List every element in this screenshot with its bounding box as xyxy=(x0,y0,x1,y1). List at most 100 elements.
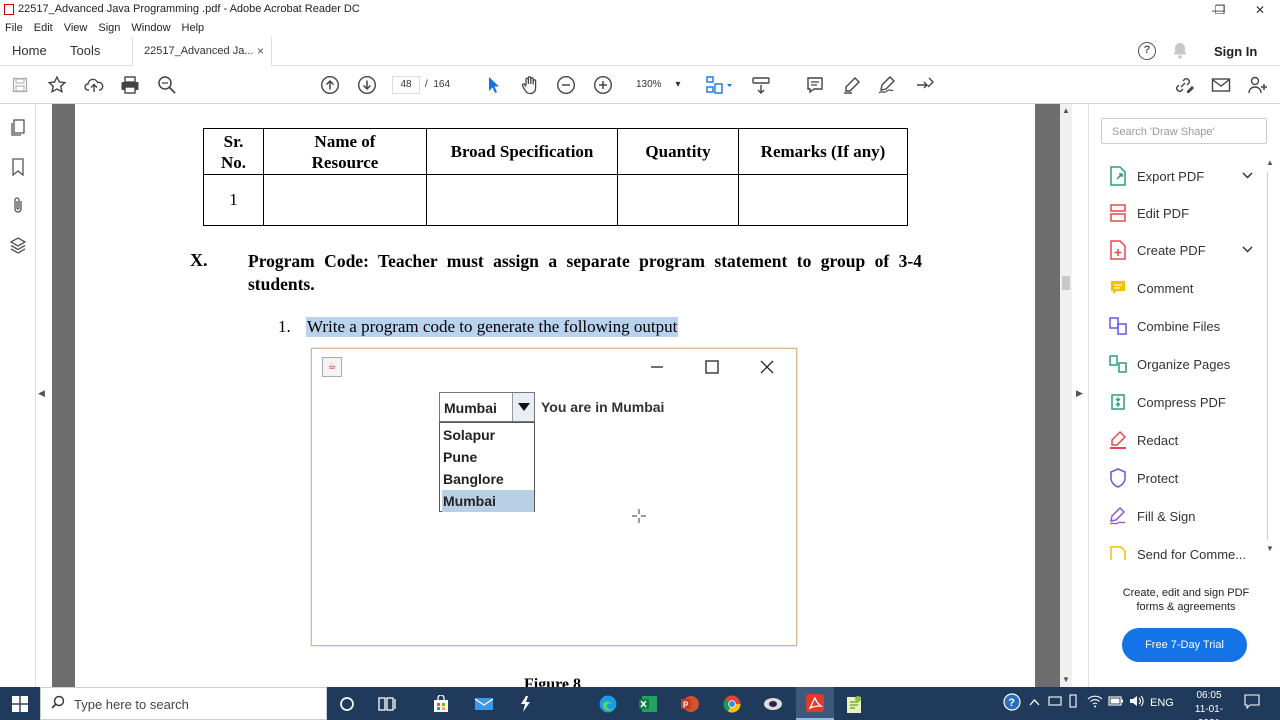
mouse-cursor-icon xyxy=(631,508,647,527)
task-view-icon[interactable] xyxy=(371,690,403,718)
tools-scrollbar-thumb[interactable] xyxy=(1267,172,1278,540)
tool-comment[interactable]: Comment xyxy=(1108,275,1193,301)
table-header-cell: Remarks (If any) xyxy=(760,141,886,161)
highlight-pen-icon[interactable] xyxy=(840,73,864,97)
taskbar-clock[interactable]: 06:05 11-01-2021 xyxy=(1186,689,1232,720)
mail-icon[interactable] xyxy=(468,690,500,718)
section-heading: Program Code: Teacher must assign a sepa… xyxy=(248,251,922,294)
comment-icon[interactable] xyxy=(803,73,827,97)
scroll-up-arrow-icon[interactable]: ▲ xyxy=(1062,106,1070,115)
page-display-icon[interactable] xyxy=(703,73,735,97)
maximize-button[interactable]: ❐ xyxy=(1200,0,1240,20)
attachments-paperclip-icon[interactable] xyxy=(8,195,28,215)
table-header-cell: Broad Specification xyxy=(450,141,594,161)
scroll-mode-icon[interactable] xyxy=(749,73,773,97)
tool-send-for-comments[interactable]: Send for Comme... xyxy=(1108,541,1246,560)
edge-browser-icon[interactable] xyxy=(592,690,624,718)
link-edit-icon[interactable] xyxy=(1172,73,1196,97)
close-window-button[interactable]: ✕ xyxy=(1240,0,1280,20)
powerpoint-icon[interactable]: P xyxy=(674,690,706,718)
tool-export-pdf[interactable]: Export PDF xyxy=(1108,163,1253,189)
tools-scroll-down-icon[interactable]: ▼ xyxy=(1266,544,1274,553)
bookmarks-icon[interactable] xyxy=(8,157,28,177)
tool-protect[interactable]: Protect xyxy=(1108,465,1178,491)
bookmark-star-icon[interactable] xyxy=(45,73,69,97)
tool-fill-sign[interactable]: Fill & Sign xyxy=(1108,503,1196,529)
upload-cloud-icon[interactable] xyxy=(82,73,106,97)
share-pen-icon[interactable] xyxy=(913,73,937,97)
tool-compress-pdf[interactable]: Compress PDF xyxy=(1108,389,1226,415)
acrobat-app-icon xyxy=(4,4,14,15)
battery-icon[interactable] xyxy=(1108,696,1124,709)
previous-page-icon[interactable] xyxy=(318,73,342,97)
page-thumbnails-icon[interactable] xyxy=(8,118,28,138)
menu-file[interactable]: File xyxy=(5,20,23,37)
tools-scroll-up-icon[interactable]: ▲ xyxy=(1266,158,1274,167)
table-header-cell: Name of Resource xyxy=(311,131,379,172)
collapse-right-pane-arrow-icon[interactable]: ▶ xyxy=(1076,388,1083,399)
add-user-icon[interactable] xyxy=(1246,73,1270,97)
tool-edit-pdf[interactable]: Edit PDF xyxy=(1108,200,1189,226)
tool-organize-pages[interactable]: Organize Pages xyxy=(1108,351,1230,377)
save-icon[interactable] xyxy=(8,73,32,97)
tray-chevron-up-icon[interactable] xyxy=(1029,697,1040,709)
store-bag-icon[interactable] xyxy=(425,690,457,718)
sign-in-button[interactable]: Sign In xyxy=(1214,44,1257,59)
input-language[interactable]: ENG xyxy=(1150,697,1174,709)
zoom-in-icon[interactable] xyxy=(591,73,615,97)
volume-icon[interactable] xyxy=(1129,694,1145,711)
cortana-circle-icon[interactable] xyxy=(331,690,363,718)
excel-icon[interactable] xyxy=(632,690,664,718)
combine-files-icon xyxy=(1108,316,1128,336)
menu-window[interactable]: Window xyxy=(131,20,170,37)
select-cursor-icon[interactable] xyxy=(481,73,505,97)
tab-document[interactable]: 22517_Advanced Ja... × xyxy=(132,37,272,66)
menu-edit[interactable]: Edit xyxy=(34,20,53,37)
document-scrollbar[interactable] xyxy=(1060,104,1072,687)
help-tray-icon[interactable]: ? xyxy=(1002,692,1022,715)
start-windows-icon[interactable] xyxy=(0,687,40,720)
print-icon[interactable] xyxy=(118,73,142,97)
scrollbar-thumb[interactable] xyxy=(1062,276,1070,290)
list-item-number: 1. xyxy=(278,317,291,336)
close-tab-icon[interactable]: × xyxy=(257,44,264,58)
tool-combine-files[interactable]: Combine Files xyxy=(1108,313,1220,339)
menu-view[interactable]: View xyxy=(64,20,88,37)
tool-create-pdf[interactable]: Create PDF xyxy=(1108,237,1253,263)
eclipse-ide-icon[interactable] xyxy=(757,690,789,718)
menu-help[interactable]: Help xyxy=(182,20,205,37)
acrobat-taskbar-button[interactable] xyxy=(796,687,834,720)
sign-pen-icon[interactable] xyxy=(876,73,900,97)
taskbar-search-box[interactable]: Type here to search xyxy=(40,687,327,720)
chrome-browser-icon[interactable] xyxy=(716,690,748,718)
help-icon[interactable]: ? xyxy=(1138,42,1156,60)
tool-redact[interactable]: Redact xyxy=(1108,427,1178,453)
zoom-out-icon[interactable] xyxy=(554,73,578,97)
layers-icon[interactable] xyxy=(8,235,28,255)
notification-bell-icon[interactable] xyxy=(1172,42,1188,62)
hand-tool-icon[interactable] xyxy=(518,73,542,97)
fill-sign-pen-icon xyxy=(1108,506,1128,526)
highlighted-list-item-text[interactable]: Write a program code to generate the fol… xyxy=(306,317,679,337)
expand-left-pane-arrow-icon[interactable]: ◀ xyxy=(38,388,45,399)
tab-tools[interactable]: Tools xyxy=(70,43,100,58)
scroll-down-arrow-icon[interactable]: ▼ xyxy=(1062,675,1070,684)
tab-home[interactable]: Home xyxy=(12,43,47,58)
notification-center-icon[interactable] xyxy=(1244,693,1260,712)
tools-search-input[interactable]: Search 'Draw Shape' xyxy=(1101,118,1267,144)
city-combo-box: Mumbai xyxy=(439,392,535,422)
visual-studio-icon[interactable] xyxy=(509,690,541,718)
free-trial-button[interactable]: Free 7-Day Trial xyxy=(1122,628,1247,662)
edit-pdf-icon xyxy=(1108,203,1128,223)
meet-now-icon[interactable] xyxy=(1048,695,1062,710)
email-icon[interactable] xyxy=(1209,73,1233,97)
usb-icon[interactable] xyxy=(1068,694,1078,711)
wifi-icon[interactable] xyxy=(1087,694,1103,711)
notepad-plus-icon[interactable] xyxy=(838,690,870,718)
zoom-level-dropdown[interactable]: 130% ▾ xyxy=(628,76,686,94)
next-page-icon[interactable] xyxy=(355,73,379,97)
page-number-input[interactable]: 48 xyxy=(392,76,420,94)
menu-sign[interactable]: Sign xyxy=(98,20,120,37)
zoom-search-icon[interactable] xyxy=(155,73,179,97)
redact-icon xyxy=(1108,430,1128,450)
